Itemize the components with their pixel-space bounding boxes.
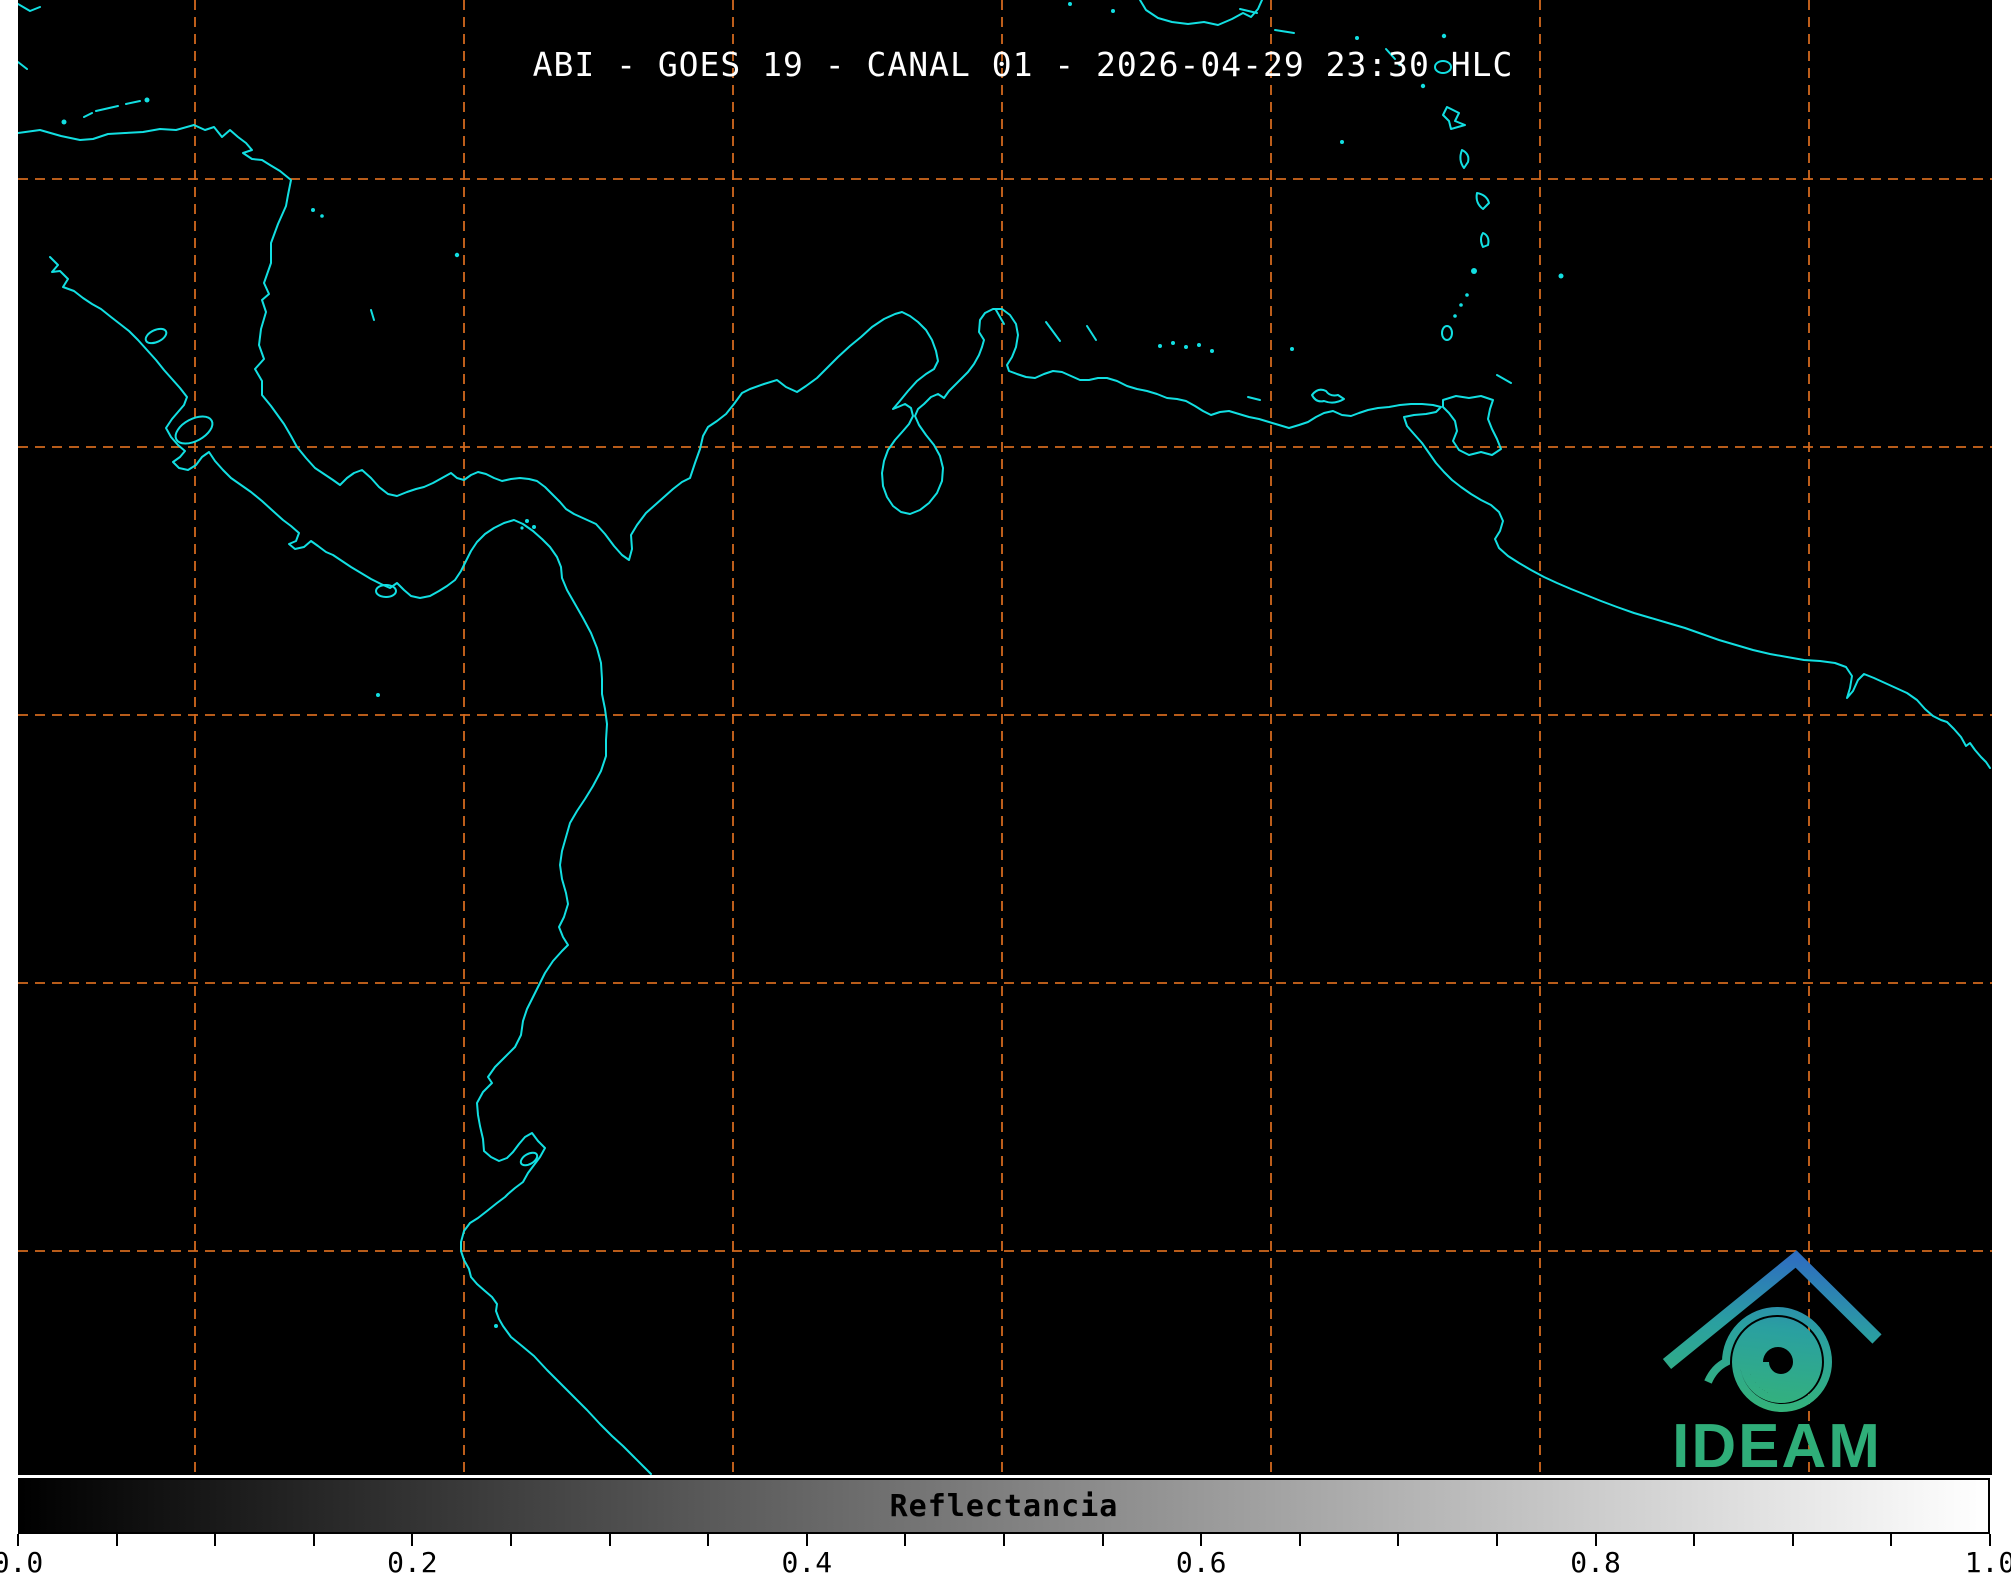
- colorbar-tick: [904, 1534, 906, 1546]
- small-cay-dot: [1111, 9, 1115, 13]
- colorbar-tick-label: 0.6: [1141, 1546, 1261, 1577]
- la-tortuga-island: [1248, 397, 1260, 400]
- colorbar-tick: [1693, 1534, 1695, 1546]
- utila-island-dot: [62, 120, 67, 125]
- martinique-island: [1477, 193, 1489, 209]
- los-roques-dot3: [1184, 345, 1188, 349]
- colorbar-tick-label: 0.0: [0, 1546, 78, 1577]
- lake-managua: [143, 326, 168, 346]
- aves-island-dot: [1340, 140, 1344, 144]
- la-blanquilla-dot: [1290, 347, 1294, 351]
- mona-island-dot: [1068, 2, 1072, 6]
- barbados-dot: [1559, 274, 1564, 279]
- malpelo-dot: [376, 693, 380, 697]
- colorbar-tick: [17, 1534, 19, 1546]
- guanaja-island-dot: [145, 98, 150, 103]
- st-croix-island: [1275, 30, 1294, 33]
- map-title: ABI - GOES 19 - CANAL 01 - 2026-04-29 23…: [36, 45, 2010, 84]
- miskito-cays-dot2: [320, 214, 324, 218]
- grenada-island: [1442, 326, 1452, 340]
- colorbar-tick: [1003, 1534, 1005, 1546]
- colorbar-tick: [806, 1534, 808, 1546]
- las-perlas-dot1: [525, 519, 529, 523]
- puna-island: [519, 1150, 540, 1168]
- grenadines-dot2: [1459, 303, 1463, 307]
- los-roques-dot1: [1158, 344, 1162, 348]
- dominica-island: [1460, 150, 1468, 168]
- coastline-pacific: [50, 257, 651, 1474]
- lobos-island-dot: [494, 1324, 498, 1328]
- st-vincent-dot: [1471, 268, 1477, 274]
- logo-text: IDEAM: [1672, 1412, 1882, 1481]
- tobago-island: [1497, 375, 1511, 383]
- los-roques-dot2: [1171, 341, 1175, 345]
- puerto-rico-south-coast: [1140, 0, 1262, 25]
- montserrat-dot: [1421, 84, 1425, 88]
- las-perlas-dot2: [532, 525, 536, 529]
- colorbar-tick: [1299, 1534, 1301, 1546]
- ideam-logo: IDEAM: [1640, 1240, 1920, 1490]
- st-lucia-island: [1481, 233, 1488, 247]
- bonaire-island: [1087, 326, 1096, 340]
- satellite-figure: ABI - GOES 19 - CANAL 01 - 2026-04-29 23…: [0, 0, 2011, 1577]
- los-roques-dot4: [1197, 343, 1201, 347]
- san-andres-island: [371, 310, 374, 320]
- colorbar-tick: [313, 1534, 315, 1546]
- colorbar-tick-label: 0.4: [747, 1546, 867, 1577]
- bay-islands: [84, 101, 140, 117]
- logo-swirl: [1708, 1311, 1828, 1408]
- colorbar-tick: [609, 1534, 611, 1546]
- margarita-island: [1312, 390, 1344, 403]
- colorbar-tick: [411, 1534, 413, 1546]
- colorbar-tick-label: 0.8: [1536, 1546, 1656, 1577]
- lake-nicaragua: [171, 411, 217, 449]
- colorbar-tick-label: 1.0: [1930, 1546, 2011, 1577]
- providencia-dot: [455, 253, 459, 257]
- colorbar-tick: [116, 1534, 118, 1546]
- grenadines-dot1: [1465, 293, 1469, 297]
- colorbar-tick: [214, 1534, 216, 1546]
- colorbar-tick: [1200, 1534, 1202, 1546]
- colorbar-tick: [1496, 1534, 1498, 1546]
- curacao-island: [1046, 322, 1060, 341]
- las-perlas-dot3: [520, 526, 523, 529]
- colorbar-tick: [1890, 1534, 1892, 1546]
- la-orchila-dot: [1210, 349, 1214, 353]
- colorbar-tick-label: 0.2: [352, 1546, 472, 1577]
- guadeloupe-island: [1443, 107, 1465, 129]
- colorbar-tick: [510, 1534, 512, 1546]
- barbuda-dot: [1442, 34, 1446, 38]
- colorbar-tick: [1792, 1534, 1794, 1546]
- colorbar-tick: [1397, 1534, 1399, 1546]
- colorbar-tick: [707, 1534, 709, 1546]
- colorbar-tick: [1102, 1534, 1104, 1546]
- saba-dot: [1355, 36, 1359, 40]
- miskito-cays-dot: [311, 208, 315, 212]
- colorbar-tick: [1595, 1534, 1597, 1546]
- grenadines-dot3: [1453, 314, 1457, 318]
- colorbar-tick: [1989, 1534, 1991, 1546]
